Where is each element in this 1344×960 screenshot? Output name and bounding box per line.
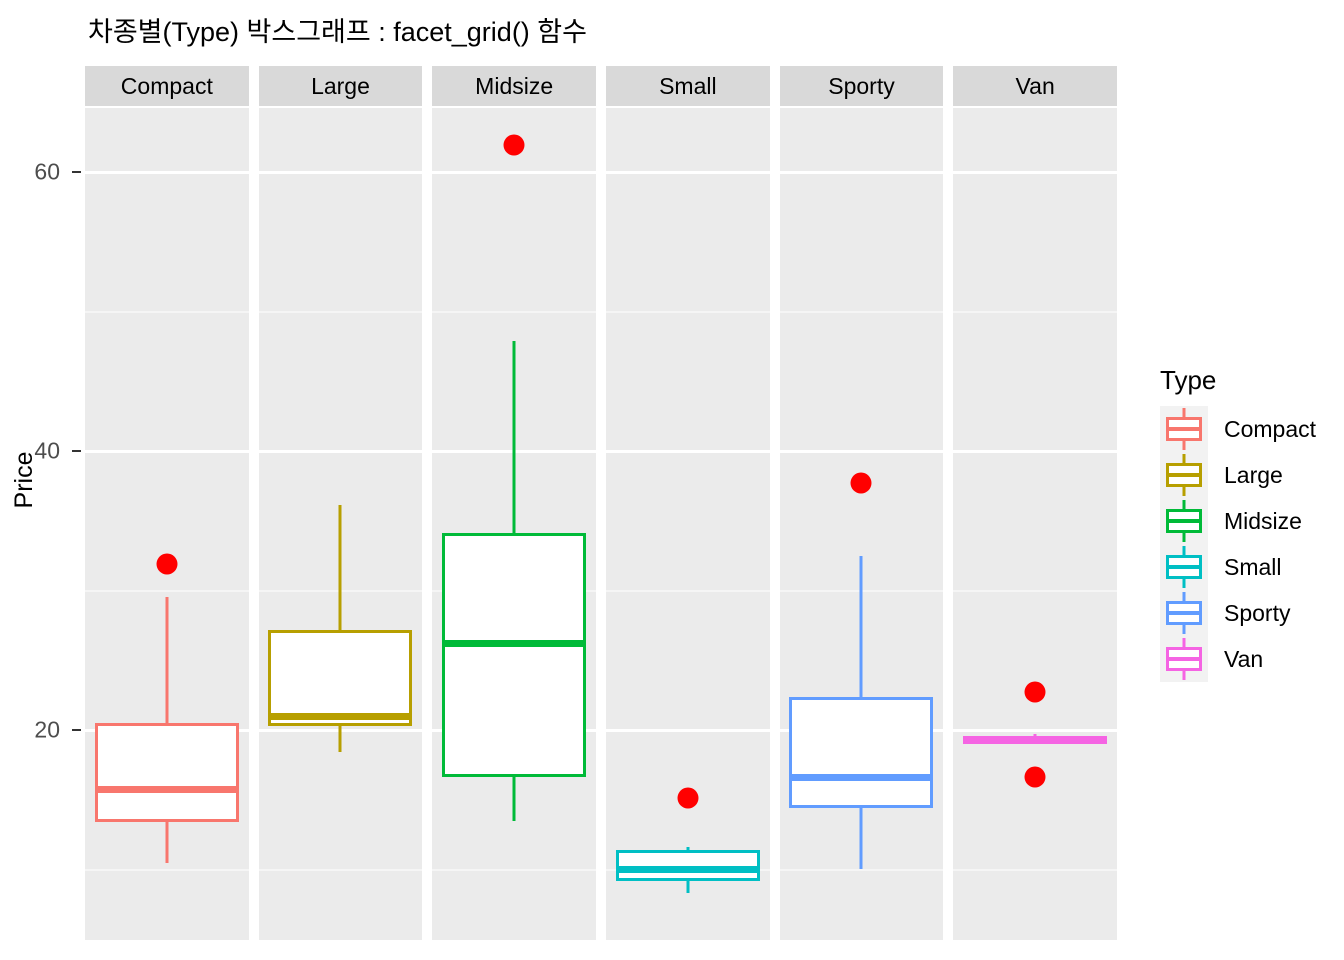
- legend-item-label: Van: [1224, 645, 1264, 672]
- boxplot-outlier-point: [1024, 766, 1046, 788]
- legend-item-label: Sporty: [1224, 599, 1291, 626]
- boxplot-upper-whisker: [338, 505, 342, 630]
- boxplot-outlier-point: [1024, 681, 1046, 703]
- gridline-major: [606, 728, 770, 732]
- boxplot-median-line: [615, 866, 760, 873]
- gridline-minor: [85, 868, 249, 871]
- gridline-major: [432, 170, 596, 174]
- gridline-major: [606, 449, 770, 453]
- plot-root: 차종별(Type) 박스그래프 : facet_grid() 함수 Price …: [0, 0, 1344, 960]
- legend-item-label: Large: [1224, 461, 1283, 488]
- gridline-major: [258, 170, 423, 174]
- boxplot-lower-whisker: [338, 725, 342, 753]
- gridline-minor: [258, 310, 423, 313]
- gridline-minor: [606, 589, 770, 592]
- facet-strip-label: Small: [606, 66, 770, 106]
- gridline-major: [779, 170, 944, 174]
- gridline-minor: [85, 589, 249, 592]
- gridline-minor: [85, 310, 249, 313]
- legend-item-label: Compact: [1224, 415, 1317, 442]
- y-axis-tick-mark: [72, 171, 81, 173]
- legend-item-sporty[interactable]: Sporty: [1160, 590, 1316, 636]
- boxplot-lower-whisker: [165, 822, 169, 863]
- facet-strip-text: Large: [311, 72, 370, 99]
- page-title: 차종별(Type) 박스그래프 : facet_grid() 함수: [88, 17, 587, 47]
- legend-key-boxplot-icon: [1160, 406, 1208, 452]
- legend-item-compact[interactable]: Compact: [1160, 406, 1316, 452]
- facet-strip-label: Sporty: [779, 66, 944, 106]
- gridline-major: [953, 170, 1117, 174]
- legend-item-large[interactable]: Large: [1160, 452, 1316, 498]
- gridline-major: [85, 170, 249, 174]
- legend-key-boxplot-icon: [1160, 636, 1208, 682]
- facet-panel-small: [606, 108, 770, 940]
- gridline-major: [779, 449, 944, 453]
- boxplot-median-line: [963, 736, 1108, 744]
- boxplot-median-line: [442, 640, 587, 647]
- gridline-minor: [432, 868, 596, 871]
- facet-strip-label: Compact: [85, 66, 249, 106]
- boxplot-upper-whisker: [859, 555, 863, 697]
- y-axis-tick-label: 60: [34, 158, 60, 185]
- legend-item-van[interactable]: Van: [1160, 636, 1316, 682]
- facet-panel-van: [953, 108, 1117, 940]
- y-axis-tick-mark: [72, 729, 81, 731]
- legend-key-boxplot-icon: [1160, 544, 1208, 590]
- gridline-minor: [953, 868, 1117, 871]
- gridline-major: [953, 728, 1117, 732]
- boxplot-median-line: [268, 712, 413, 720]
- y-axis-tick-label: 20: [34, 716, 60, 743]
- facet-strip-text: Small: [659, 72, 717, 99]
- gridline-major: [606, 170, 770, 174]
- facet-panel-large: [258, 108, 423, 940]
- gridline-minor: [606, 310, 770, 313]
- gridline-major: [258, 449, 423, 453]
- legend-item-midsize[interactable]: Midsize: [1160, 498, 1316, 544]
- legend-item-label: Midsize: [1224, 507, 1302, 534]
- boxplot-lower-whisker: [859, 808, 863, 870]
- boxplot-outlier-point: [850, 472, 872, 494]
- facet-strip-label: Large: [258, 66, 423, 106]
- boxplot-outlier-point: [503, 134, 525, 156]
- facet-panel-midsize: [432, 108, 596, 940]
- legend: Type Compact Large Midsize Small Sporty Van: [1160, 365, 1316, 682]
- legend-item-small[interactable]: Small: [1160, 544, 1316, 590]
- facet-strip-text: Midsize: [475, 72, 554, 99]
- facet-panel-sporty: [779, 108, 944, 940]
- gridline-minor: [779, 310, 944, 313]
- boxplot-box: [442, 533, 587, 778]
- gridline-minor: [953, 310, 1117, 313]
- y-axis-tick-label: 40: [34, 437, 60, 464]
- legend-title: Type: [1160, 365, 1217, 395]
- legend-key-boxplot-icon: [1160, 590, 1208, 636]
- facet-strip-text: Compact: [120, 72, 213, 99]
- gridline-major: [85, 449, 249, 453]
- legend-item-list: Compact Large Midsize Small Sporty Van: [1160, 406, 1316, 682]
- boxplot-upper-whisker: [165, 597, 169, 724]
- gridline-minor: [953, 589, 1117, 592]
- boxplot-lower-whisker: [512, 777, 516, 821]
- gridline-major: [953, 449, 1117, 453]
- boxplot-box: [268, 629, 413, 726]
- boxplot-outlier-point: [156, 553, 178, 575]
- legend-key-boxplot-icon: [1160, 452, 1208, 498]
- y-axis-tick-mark: [72, 450, 81, 452]
- boxplot-lower-whisker: [686, 880, 690, 894]
- boxplot-upper-whisker: [512, 340, 516, 534]
- gridline-minor: [432, 310, 596, 313]
- legend-item-label: Small: [1224, 553, 1282, 580]
- boxplot-box: [94, 723, 239, 823]
- facet-strip-text: Sporty: [828, 72, 895, 99]
- legend-key-boxplot-icon: [1160, 498, 1208, 544]
- boxplot-median-line: [789, 773, 934, 781]
- facet-panel-compact: [85, 108, 249, 940]
- facet-strip-label: Van: [953, 66, 1117, 106]
- boxplot-median-line: [94, 786, 239, 794]
- facet-strip-label: Midsize: [432, 66, 596, 106]
- gridline-minor: [258, 868, 423, 871]
- facet-strip-text: Van: [1015, 72, 1055, 99]
- boxplot-box: [789, 696, 934, 809]
- boxplot-outlier-point: [677, 787, 699, 809]
